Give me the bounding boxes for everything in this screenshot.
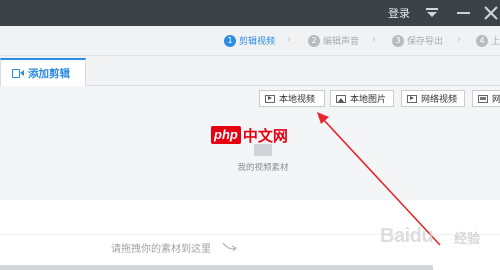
curved-arrow-icon xyxy=(222,242,238,252)
step-number: 4 xyxy=(476,34,488,47)
php-cn-watermark: php 中文网 xyxy=(211,124,288,146)
empty-media-caption: 我的视频素材 xyxy=(237,163,289,173)
video-camera-icon xyxy=(12,69,24,78)
image-icon xyxy=(336,94,346,103)
video-icon xyxy=(265,94,275,103)
network-video-icon xyxy=(407,94,417,103)
button-label: 本地图片 xyxy=(350,95,387,105)
network-image-icon xyxy=(478,94,488,103)
title-bar: 登录 xyxy=(0,0,500,26)
step-save-export[interactable]: 3 保存导出 xyxy=(392,34,443,47)
button-label: 网络视频 xyxy=(421,95,458,105)
network-image-button[interactable]: 网 xyxy=(472,90,500,107)
local-image-button[interactable]: 本地图片 xyxy=(330,90,394,107)
step-number: 1 xyxy=(224,34,236,47)
media-panel: 本地视频 本地图片 网络视频 网 php 中文网 我的视频素材 xyxy=(0,86,500,200)
drop-hint-text: 请拖拽你的素材到这里 xyxy=(111,244,211,255)
watermark-text: 中文网 xyxy=(242,126,288,145)
tab-label: 添加剪辑 xyxy=(28,68,70,80)
login-link[interactable]: 登录 xyxy=(388,5,410,21)
button-label: 网 xyxy=(492,92,500,105)
step-label: 编辑声音 xyxy=(323,37,360,47)
workflow-steps-bar: 1 剪辑视频 › 2 编辑声音 › 3 保存导出 › 4 上 xyxy=(0,26,500,56)
close-icon[interactable] xyxy=(482,4,500,22)
button-label: 本地视频 xyxy=(279,95,316,105)
network-video-button[interactable]: 网络视频 xyxy=(401,90,465,107)
step-edit-audio[interactable]: 2 编辑声音 xyxy=(308,34,359,47)
step-label: 保存导出 xyxy=(407,37,444,47)
watermark-logo: php xyxy=(211,126,241,144)
minimize-icon[interactable] xyxy=(457,12,470,14)
media-placeholder-icon xyxy=(254,144,272,156)
timeline-track xyxy=(0,265,433,270)
step-label: 剪辑视频 xyxy=(239,37,276,47)
baidu-jingyan-watermark: Baidu 经验 xyxy=(380,223,488,253)
chevron-right-icon: › xyxy=(372,34,376,45)
step-edit-video[interactable]: 1 剪辑视频 xyxy=(224,34,275,47)
chevron-right-icon: › xyxy=(287,34,291,45)
chevron-right-icon: › xyxy=(457,34,461,45)
menu-dropdown-icon[interactable] xyxy=(426,8,440,18)
step-label: 上 xyxy=(491,37,500,47)
tab-add-clip[interactable]: 添加剪辑 xyxy=(0,58,86,87)
local-video-button[interactable]: 本地视频 xyxy=(259,90,325,107)
watermark-jingyan-text: 经验 xyxy=(454,232,481,247)
step-number: 2 xyxy=(308,34,320,47)
step-number: 3 xyxy=(392,34,404,47)
watermark-baidu-text: Baidu xyxy=(380,225,434,247)
step-upload[interactable]: 4 上 xyxy=(476,34,500,47)
tab-bar: 添加剪辑 xyxy=(0,56,500,87)
